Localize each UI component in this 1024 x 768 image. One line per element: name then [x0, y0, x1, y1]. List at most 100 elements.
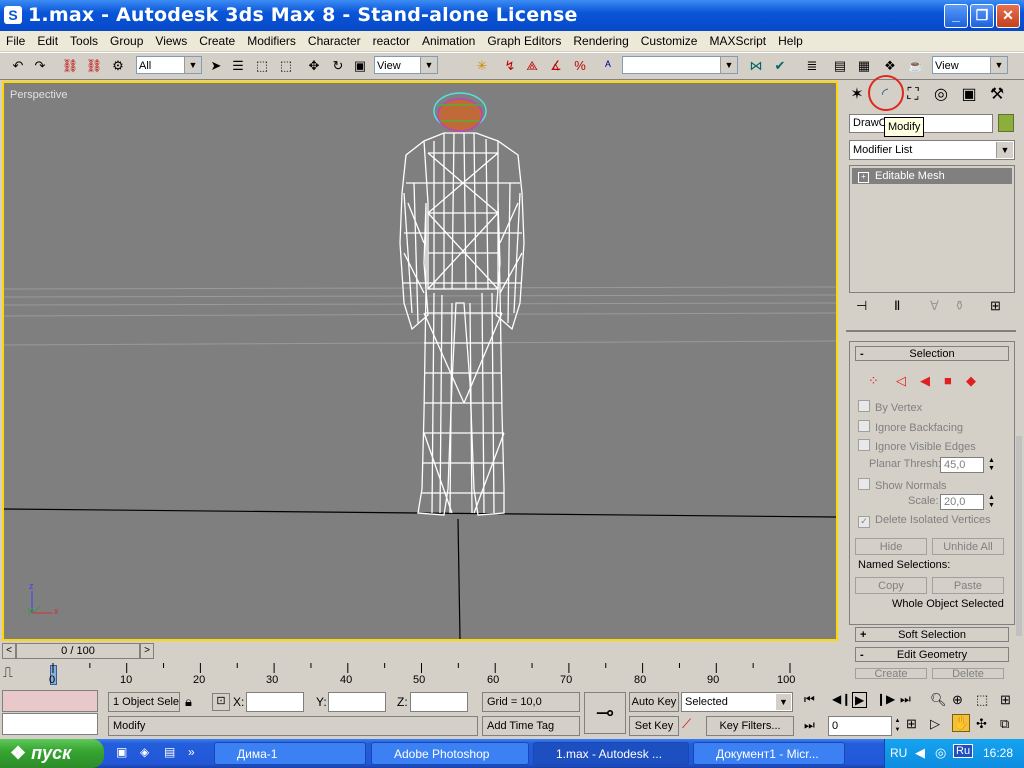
utilities-tab-icon[interactable]: ⚒ — [984, 83, 1010, 107]
create-button[interactable]: Create — [855, 668, 927, 679]
app-icon[interactable]: S — [4, 6, 22, 24]
render-scene-icon[interactable]: ☕ — [906, 56, 926, 76]
pan-icon[interactable]: ✋ — [952, 714, 971, 732]
frame-spinner[interactable]: ▲ ▼ — [893, 717, 902, 735]
time-slider-track[interactable]: < 0 / 100 > — [0, 642, 842, 660]
stack-item-editable-mesh[interactable]: + Editable Mesh — [852, 168, 1012, 184]
time-slider-thumb[interactable]: 0 / 100 — [16, 643, 140, 659]
selection-rollout-header[interactable]: - Selection — [855, 346, 1009, 361]
task-word-document[interactable]: Документ1 - Micr... — [693, 742, 845, 765]
add-time-tag[interactable]: Add Time Tag — [482, 716, 580, 736]
create-tab-icon[interactable]: ✶ — [844, 83, 870, 107]
absolute-mode-icon[interactable]: ⊡ — [212, 693, 230, 711]
menu-customize[interactable]: Customize — [635, 31, 704, 50]
current-frame-field[interactable]: 0 — [828, 716, 892, 736]
named-selection-dropdown[interactable]: ▼ — [622, 56, 738, 74]
curve-editor-icon[interactable]: ▤ — [830, 56, 850, 76]
render-view-dropdown[interactable]: View ▼ — [932, 56, 1008, 74]
task-3ds-max[interactable]: 1.max - Autodesk ... — [533, 742, 689, 765]
modifier-list-dropdown[interactable]: Modifier List ▼ — [849, 140, 1015, 160]
selection-filter-dropdown[interactable]: All ▼ — [136, 56, 202, 74]
menu-character[interactable]: Character — [302, 31, 367, 50]
command-panel-scrollbar[interactable] — [1016, 436, 1022, 636]
manipulate-icon[interactable]: ↯ — [500, 56, 520, 76]
maximize-viewport-icon[interactable]: ⧉ — [1000, 716, 1009, 732]
material-editor-icon[interactable]: ❖ — [880, 56, 900, 76]
language-indicator[interactable]: RU — [890, 746, 907, 760]
move-icon[interactable]: ✥ — [304, 56, 324, 76]
schematic-view-icon[interactable]: ▦ — [854, 56, 874, 76]
key-icon[interactable]: ⊸ — [584, 692, 626, 734]
copy-button[interactable]: Copy — [855, 577, 927, 594]
scale-field[interactable]: 20,0 — [940, 494, 984, 510]
key-filters-button[interactable]: Key Filters... — [706, 716, 794, 736]
menu-edit[interactable]: Edit — [31, 31, 64, 50]
link-icon[interactable]: ⛓ — [60, 56, 80, 76]
time-next-button[interactable]: > — [140, 643, 154, 659]
menu-maxscript[interactable]: MAXScript — [703, 31, 772, 50]
perspective-viewport[interactable]: Perspective z x y — [2, 81, 838, 641]
delete-isolated-vertices-checkbox[interactable]: ✓ Delete Isolated Vertices — [858, 514, 991, 528]
align-icon[interactable]: ✔ — [770, 56, 790, 76]
unhide-all-button[interactable]: Unhide All — [932, 538, 1004, 555]
undo-icon[interactable]: ↶ — [8, 56, 28, 76]
zoom-extents-all-icon[interactable]: ⊞ — [1000, 692, 1011, 708]
start-button[interactable]: ❖ пуск — [0, 739, 104, 768]
go-to-end-icon[interactable]: ⏭ — [900, 692, 911, 707]
next-frame-icon[interactable]: ❙▶ — [876, 692, 895, 706]
tray-app-icon[interactable]: ◎ — [935, 745, 946, 761]
redo-icon[interactable]: ↷ — [30, 56, 50, 76]
zoom-icon[interactable]: 🔍︎ — [930, 692, 947, 708]
time-prev-button[interactable]: < — [2, 643, 16, 659]
scale-icon[interactable]: ▣ — [350, 56, 370, 76]
percent-snap-icon[interactable]: % — [570, 56, 590, 76]
unlink-icon[interactable]: ⛓ — [84, 56, 104, 76]
hide-button[interactable]: Hide — [855, 538, 927, 555]
auto-key-button[interactable]: Auto Key — [629, 692, 679, 712]
motion-tab-icon[interactable]: ◎ — [928, 83, 954, 107]
set-key-button[interactable]: Set Key — [629, 716, 679, 736]
remove-modifier-icon[interactable]: ⚱ — [954, 298, 965, 314]
menu-tools[interactable]: Tools — [64, 31, 104, 50]
zoom-extents-icon[interactable]: ⬚ — [976, 692, 988, 708]
menu-animation[interactable]: Animation — [416, 31, 481, 50]
menu-reactor[interactable]: reactor — [367, 31, 416, 50]
element-level-icon[interactable]: ◆ — [966, 373, 976, 389]
angle-snap-icon[interactable]: ∡ — [546, 56, 566, 76]
object-color-swatch[interactable] — [998, 114, 1014, 132]
previous-frame-icon[interactable]: ◀❙ — [832, 692, 851, 706]
arc-rotate-icon[interactable]: ✣ — [976, 716, 987, 732]
face-level-icon[interactable]: ◀ — [920, 373, 930, 389]
delete-button[interactable]: Delete — [932, 668, 1004, 679]
tray-expand-icon[interactable]: ◀ — [915, 745, 925, 761]
menu-help[interactable]: Help — [772, 31, 809, 50]
lock-selection-icon[interactable]: 🔒︎ — [185, 694, 192, 710]
make-unique-icon[interactable]: ∀ — [930, 298, 939, 314]
track-bar[interactable]: ⎍ 0 10 20 30 40 50 60 70 80 90 100 — [0, 661, 842, 687]
show-normals-checkbox[interactable]: Show Normals — [858, 478, 947, 492]
y-coord-field[interactable] — [328, 692, 386, 712]
edge-level-icon[interactable]: ◁ — [896, 373, 906, 389]
key-mode-dropdown[interactable]: Selected ▼ — [681, 692, 793, 712]
expand-icon[interactable]: + — [858, 172, 869, 183]
paste-button[interactable]: Paste — [932, 577, 1004, 594]
menu-file[interactable]: File — [0, 31, 31, 50]
pivot-icon[interactable]: ✳ — [472, 56, 492, 76]
rectangular-selection-icon[interactable]: ⬚ — [252, 56, 272, 76]
keyboard-layout-icon[interactable]: Ru — [953, 744, 974, 758]
by-vertex-checkbox[interactable]: By Vertex — [858, 400, 922, 414]
menu-graph-editors[interactable]: Graph Editors — [481, 31, 567, 50]
x-coord-field[interactable] — [246, 692, 304, 712]
menu-group[interactable]: Group — [104, 31, 149, 50]
select-by-name-icon[interactable]: ☰ — [228, 56, 248, 76]
ignore-backfacing-checkbox[interactable]: Ignore Backfacing — [858, 420, 963, 434]
minimize-button[interactable]: _ — [944, 4, 968, 28]
close-button[interactable]: ✕ — [996, 4, 1020, 28]
edit-named-selection-icon[interactable]: ᴬ — [598, 56, 618, 76]
polygon-level-icon[interactable]: ■ — [944, 373, 952, 388]
planar-thresh-field[interactable]: 45,0 — [940, 457, 984, 473]
quick-launch-more-icon[interactable]: » — [188, 745, 195, 759]
hierarchy-tab-icon[interactable]: ⛶ — [900, 83, 926, 107]
key-mode-toggle-icon[interactable]: ⏭ — [804, 718, 815, 733]
menu-modifiers[interactable]: Modifiers — [241, 31, 302, 50]
